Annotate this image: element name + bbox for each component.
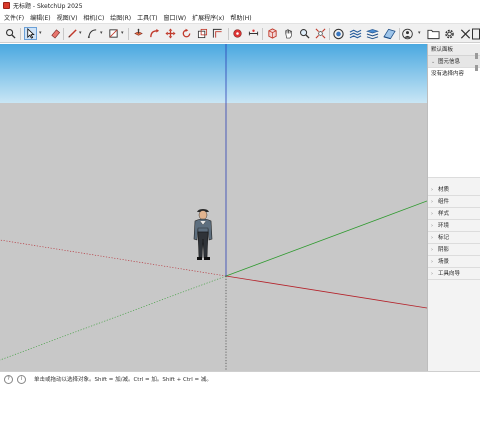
menu-draw[interactable]: 绘图(R) xyxy=(110,13,131,22)
tray-sections: › 材质 › 组件 › 样式 › 环境 › 标记 › 阴影 › 场景 › 工具向导 xyxy=(428,184,480,280)
tape-measure-icon[interactable] xyxy=(231,27,244,40)
tray-section-label: 环境 xyxy=(438,223,450,229)
menu-tools[interactable]: 工具(T) xyxy=(137,13,157,22)
chevron-right-icon: › xyxy=(431,211,433,217)
dimension-icon[interactable] xyxy=(247,27,260,40)
ground xyxy=(0,103,427,371)
menu-bar: 文件(F) 编辑(E) 视图(V) 相机(C) 绘图(R) 工具(T) 窗口(W… xyxy=(0,11,480,23)
section-scroll-handle[interactable] xyxy=(475,65,478,71)
pencil-line-icon[interactable] xyxy=(66,27,79,40)
orbit-icon[interactable] xyxy=(266,27,279,40)
chevron-right-icon: › xyxy=(431,199,433,205)
chevron-right-icon: › xyxy=(431,223,433,229)
panel-icon[interactable] xyxy=(472,27,480,40)
tray-section-label: 工具向导 xyxy=(438,271,461,277)
entity-info-content: 没有选择内容 xyxy=(431,71,465,77)
menu-file[interactable]: 文件(F) xyxy=(4,13,24,22)
chevron-right-icon: › xyxy=(431,271,433,277)
follow-me-icon[interactable] xyxy=(148,27,161,40)
help-icon[interactable]: ? xyxy=(4,374,13,384)
tray-scroll-handle[interactable] xyxy=(475,53,478,59)
tray-section-label: 组件 xyxy=(438,199,450,205)
tray-section-materials[interactable]: › 材质 xyxy=(428,184,480,196)
entity-info-body: 没有选择内容 xyxy=(428,68,480,178)
entity-info-label: 图元信息 xyxy=(438,59,461,65)
chevron-down-icon: ⌄ xyxy=(431,59,436,65)
scale-icon[interactable] xyxy=(196,27,209,40)
rectangle-icon[interactable] xyxy=(107,27,120,40)
tray-section-label: 标记 xyxy=(438,235,450,241)
window-title: 无标题 - SketchUp 2025 xyxy=(13,3,83,10)
chevron-right-icon: › xyxy=(431,187,433,193)
menu-help[interactable]: 帮助(H) xyxy=(230,13,251,22)
select-dropdown-icon[interactable]: ▾ xyxy=(39,30,42,36)
menu-edit[interactable]: 编辑(E) xyxy=(30,13,50,22)
warehouse-dropdown-icon[interactable]: ▾ xyxy=(418,30,421,36)
shape-dropdown-icon[interactable]: ▾ xyxy=(121,30,124,36)
solid-tools-icon[interactable] xyxy=(332,27,345,40)
style-icon[interactable] xyxy=(383,27,396,40)
model-viewport[interactable] xyxy=(0,44,427,371)
title-bar: 无标题 - SketchUp 2025 xyxy=(0,0,480,11)
main-toolbar: ▾ ▾ ▾ ▾ ▾ xyxy=(0,23,480,43)
folder-icon[interactable] xyxy=(427,27,440,40)
menu-view[interactable]: 视图(V) xyxy=(57,13,78,22)
menu-extensions[interactable]: 扩展程序(x) xyxy=(192,13,224,22)
credits-icon[interactable]: i xyxy=(17,374,26,384)
layers-icon[interactable] xyxy=(366,27,379,40)
tray-section-scenes[interactable]: › 场景 xyxy=(428,256,480,268)
select-arrow-icon[interactable] xyxy=(24,27,37,40)
push-pull-icon[interactable] xyxy=(132,27,145,40)
menu-window[interactable]: 窗口(W) xyxy=(164,13,187,22)
search-icon[interactable] xyxy=(4,27,17,40)
tray-section-components[interactable]: › 组件 xyxy=(428,196,480,208)
arc-icon[interactable] xyxy=(86,27,99,40)
tray-title: 默认面板 xyxy=(428,44,480,56)
tray-section-label: 材质 xyxy=(438,187,450,193)
sandbox-icon[interactable] xyxy=(349,27,362,40)
tray-section-instructor[interactable]: › 工具向导 xyxy=(428,268,480,280)
entity-info-header[interactable]: ⌄ 图元信息 xyxy=(428,56,480,68)
tray-section-label: 样式 xyxy=(438,211,450,217)
default-tray: 默认面板 ⌄ 图元信息 没有选择内容 › 材质 › 组件 › 样式 › 环境 › 标记 › 阴… xyxy=(427,44,480,371)
zoom-icon[interactable] xyxy=(298,27,311,40)
warehouse-icon[interactable] xyxy=(401,27,414,40)
zoom-extents-icon[interactable] xyxy=(314,27,327,40)
status-hint: 单击或拖动以选择对象。Shift = 加/减。Ctrl = 加。Shift + … xyxy=(34,377,212,383)
chevron-right-icon: › xyxy=(431,259,433,265)
chevron-right-icon: › xyxy=(431,247,433,253)
tray-section-tags[interactable]: › 标记 xyxy=(428,232,480,244)
menu-camera[interactable]: 相机(C) xyxy=(83,13,104,22)
line-dropdown-icon[interactable]: ▾ xyxy=(79,30,82,36)
sketchup-logo-icon xyxy=(3,2,10,9)
move-icon[interactable] xyxy=(164,27,177,40)
gear-icon[interactable] xyxy=(443,27,456,40)
offset-icon[interactable] xyxy=(211,27,224,40)
status-bar: ? i 单击或拖动以选择对象。Shift = 加/减。Ctrl = 加。Shif… xyxy=(0,371,480,386)
close-icon[interactable] xyxy=(459,27,472,40)
sky xyxy=(0,44,427,103)
rotate-icon[interactable] xyxy=(180,27,193,40)
chevron-right-icon: › xyxy=(431,235,433,241)
pan-hand-icon[interactable] xyxy=(282,27,295,40)
arc-dropdown-icon[interactable]: ▾ xyxy=(100,30,103,36)
tray-section-environment[interactable]: › 环境 xyxy=(428,220,480,232)
tray-section-shadows[interactable]: › 阴影 xyxy=(428,244,480,256)
tray-section-styles[interactable]: › 样式 xyxy=(428,208,480,220)
bottom-area xyxy=(0,386,480,448)
tray-section-label: 场景 xyxy=(438,259,450,265)
tray-section-label: 阴影 xyxy=(438,247,450,253)
eraser-icon[interactable] xyxy=(49,27,62,40)
